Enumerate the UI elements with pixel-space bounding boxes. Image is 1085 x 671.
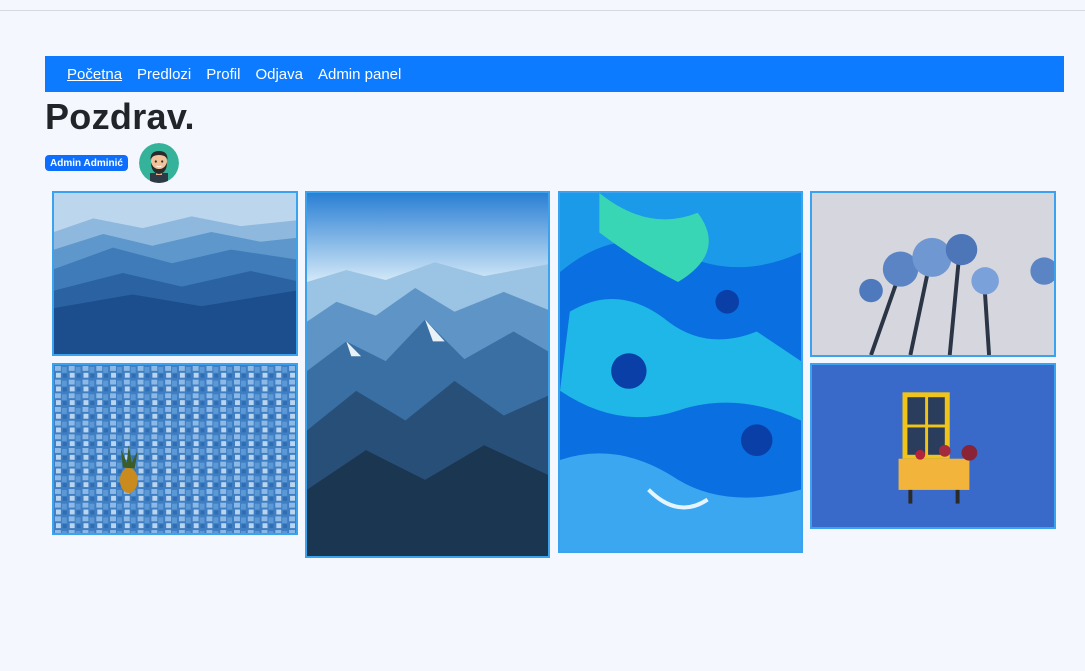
gallery-image-aerial-mountains[interactable] [305, 191, 550, 558]
gallery-image-mountains[interactable] [52, 191, 298, 356]
nav-link-admin-panel[interactable]: Admin panel [318, 66, 401, 83]
gallery-image-pineapple-pool[interactable] [52, 363, 298, 535]
nav-link-predlozi[interactable]: Predlozi [137, 66, 191, 83]
avatar [139, 143, 179, 183]
user-name-badge: Admin Adminić [45, 155, 128, 171]
nav-link-odjava[interactable]: Odjava [255, 66, 303, 83]
page-title: Pozdrav. [45, 96, 195, 137]
nav-link-profil[interactable]: Profil [206, 66, 240, 83]
top-divider [0, 10, 1085, 11]
nav-link-pocetna[interactable]: Početna [67, 66, 122, 83]
gallery-image-window-flowerbox[interactable] [810, 363, 1056, 529]
bearded-man-avatar-icon [139, 143, 179, 183]
gallery-image-fluid-abstract[interactable] [558, 191, 803, 553]
main-navbar: Početna Predlozi Profil Odjava Admin pan… [45, 56, 1064, 92]
gallery-image-blue-flowers[interactable] [810, 191, 1056, 357]
